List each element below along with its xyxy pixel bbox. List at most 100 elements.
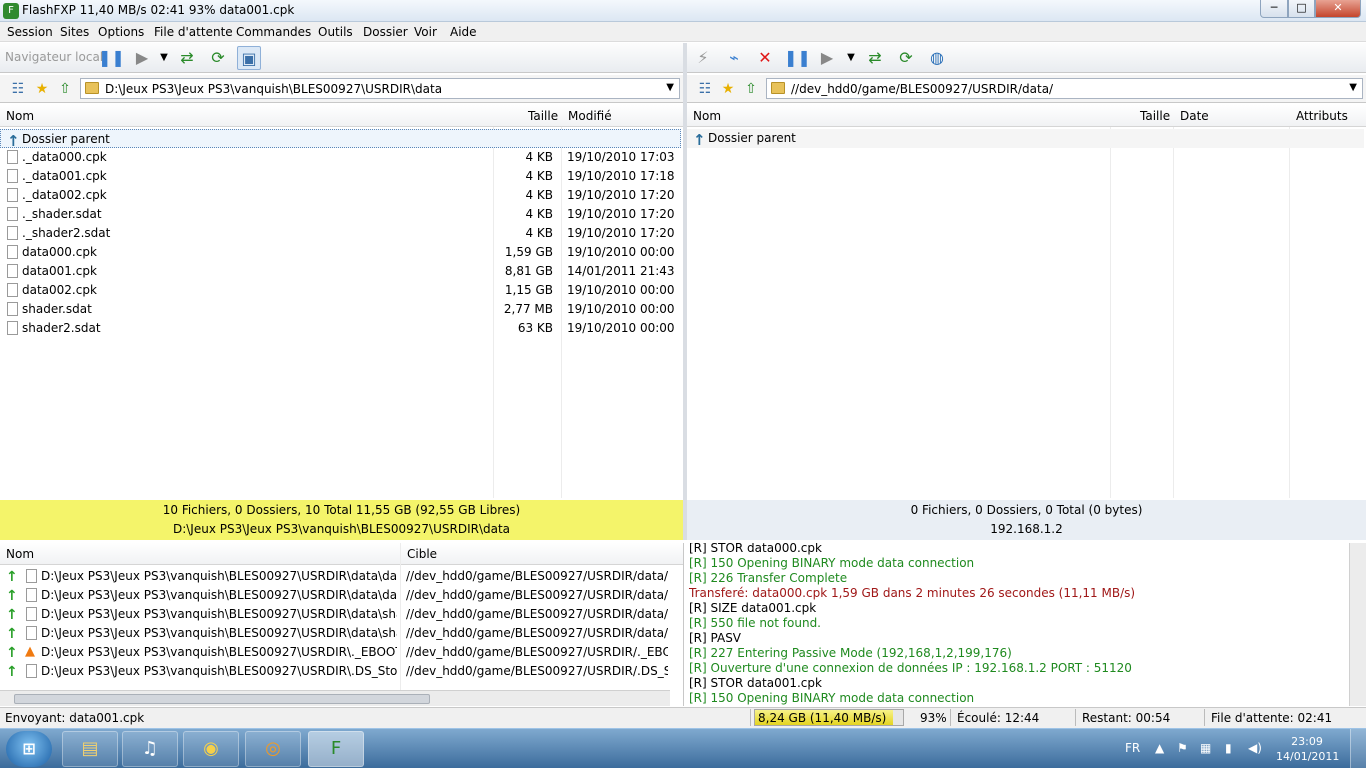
close-button[interactable]: ✕ (1315, 0, 1361, 18)
log-line: [R] 226 Transfer Complete (689, 571, 848, 585)
column-date[interactable]: Date (1180, 109, 1209, 123)
queue-row[interactable]: ↑ ▲ D:\Jeux PS3\Jeux PS3\vanquish\BLES0092… (0, 643, 670, 662)
column-name[interactable]: Nom (693, 109, 721, 123)
file-size: 63 KB (517, 321, 553, 335)
maximize-button[interactable]: □ (1288, 0, 1315, 18)
connect-icon[interactable]: ⚡ (691, 46, 715, 70)
language-indicator[interactable]: FR (1125, 741, 1140, 755)
refresh-folder-icon[interactable]: ⇄ (175, 46, 199, 70)
pause-icon[interactable]: ❚❚ (784, 46, 811, 70)
folder-up-icon[interactable]: ⇧ (741, 79, 761, 99)
chevron-down-icon[interactable]: ▼ (1349, 82, 1357, 93)
menu-options[interactable]: Options (98, 25, 144, 39)
chevron-down-icon[interactable]: ▼ (839, 46, 863, 70)
column-attributes[interactable]: Attributs (1296, 109, 1348, 123)
file-row[interactable]: ._data000.cpk 4 KB 19/10/2010 17:03 (0, 148, 681, 167)
file-row[interactable]: ._data001.cpk 4 KB 19/10/2010 17:18 (0, 167, 681, 186)
file-row[interactable]: data002.cpk 1,15 GB 19/10/2010 00:00 (0, 281, 681, 300)
menu-dossier[interactable]: Dossier (363, 25, 408, 39)
globe-icon[interactable]: ◍ (925, 46, 949, 70)
file-icon (26, 626, 37, 640)
column-name[interactable]: Nom (6, 109, 34, 123)
remote-path-input[interactable]: //dev_hdd0/game/BLES00927/USRDIR/data/ ▼ (766, 78, 1363, 99)
column-size[interactable]: Taille (1140, 109, 1170, 123)
file-row[interactable]: shader.sdat 2,77 MB 19/10/2010 00:00 (0, 300, 681, 319)
menu-commandes[interactable]: Commandes (236, 25, 311, 39)
column-size[interactable]: Taille (528, 109, 558, 123)
queue-horizontal-scrollbar[interactable] (0, 690, 670, 706)
upload-arrow-icon: ↑ (6, 664, 18, 680)
queue-row[interactable]: ↑ D:\Jeux PS3\Jeux PS3\vanquish\BLES00927… (0, 624, 670, 643)
file-icon (7, 283, 18, 297)
chrome-icon[interactable]: ◉ (183, 731, 239, 767)
menu-aide[interactable]: Aide (450, 25, 477, 39)
scrollbar-thumb[interactable] (14, 694, 430, 704)
folder-up-icon[interactable]: ⇧ (55, 79, 75, 99)
abort-icon[interactable]: ✕ (753, 46, 777, 70)
remote-toolbar: ⚡ ⌁ ✕ ❚❚ ▶ ▼ ⇄ ⟳ ◍ (687, 43, 1366, 73)
transfer-icon[interactable]: ▶ (815, 46, 839, 70)
itunes-icon[interactable]: ♫ (122, 731, 178, 767)
queue-row[interactable]: ↑ D:\Jeux PS3\Jeux PS3\vanquish\BLES00927… (0, 586, 670, 605)
refresh-folder-icon[interactable]: ⇄ (863, 46, 887, 70)
tree-icon[interactable]: ☷ (8, 79, 28, 99)
show-desktop-button[interactable] (1350, 729, 1366, 769)
column-modified[interactable]: Modifié (568, 109, 612, 123)
local-computer-icon[interactable]: ▣ (237, 46, 261, 70)
star-icon[interactable]: ★ (718, 79, 738, 99)
network-icon[interactable]: ▦ (1200, 741, 1211, 755)
file-row[interactable]: data000.cpk 1,59 GB 19/10/2010 00:00 (0, 243, 681, 262)
star-icon[interactable]: ★ (32, 79, 52, 99)
firefox-icon[interactable]: ◎ (245, 731, 301, 767)
device-icon[interactable]: ▮ (1225, 741, 1232, 755)
local-path-text: D:\Jeux PS3\Jeux PS3\vanquish\BLES00927\… (105, 82, 443, 96)
start-button[interactable]: ⊞ (6, 731, 52, 767)
file-row[interactable]: shader2.sdat 63 KB 19/10/2010 00:00 (0, 319, 681, 338)
local-status-path: D:\Jeux PS3\Jeux PS3\vanquish\BLES00927\… (172, 522, 511, 536)
refresh-icon[interactable]: ⟳ (894, 46, 918, 70)
volume-icon[interactable]: ◀) (1248, 741, 1262, 755)
queue-column-name[interactable]: Nom (6, 547, 34, 561)
transfer-progress-bar: 8,24 GB (11,40 MB/s) (754, 709, 904, 726)
parent-folder-row[interactable]: ↑ Dossier parent (687, 129, 1364, 149)
system-clock[interactable]: 23:09 14/01/2011 (1276, 734, 1339, 764)
transfer-icon[interactable]: ▶ (130, 46, 154, 70)
status-divider (950, 709, 951, 726)
file-size: 4 KB (525, 188, 553, 202)
action-center-flag-icon[interactable]: ⚑ (1177, 741, 1188, 755)
file-icon (7, 207, 18, 221)
queue-row[interactable]: ↑ D:\Jeux PS3\Jeux PS3\vanquish\BLES00927… (0, 567, 670, 586)
tree-icon[interactable]: ☷ (695, 79, 715, 99)
menu-session[interactable]: Session (7, 25, 53, 39)
file-row[interactable]: ._shader.sdat 4 KB 19/10/2010 17:20 (0, 205, 681, 224)
file-row[interactable]: ._shader2.sdat 4 KB 19/10/2010 17:20 (0, 224, 681, 243)
file-size: 4 KB (525, 169, 553, 183)
chevron-down-icon[interactable]: ▼ (152, 46, 176, 70)
queue-column-target[interactable]: Cible (407, 547, 437, 561)
remote-path-bar: ☷ ★ ⇧ //dev_hdd0/game/BLES00927/USRDIR/d… (687, 75, 1366, 103)
file-row[interactable]: ._data002.cpk 4 KB 19/10/2010 17:20 (0, 186, 681, 205)
explorer-icon[interactable]: ▤ (62, 731, 118, 767)
log-vertical-scrollbar[interactable] (1349, 543, 1366, 706)
menu-file-attente[interactable]: File d'attente (154, 25, 233, 39)
local-path-input[interactable]: D:\Jeux PS3\Jeux PS3\vanquish\BLES00927\… (80, 78, 680, 99)
queue-row[interactable]: ↑ D:\Jeux PS3\Jeux PS3\vanquish\BLES00927… (0, 662, 670, 681)
queue-row[interactable]: ↑ D:\Jeux PS3\Jeux PS3\vanquish\BLES00927… (0, 605, 670, 624)
menu-sites[interactable]: Sites (60, 25, 89, 39)
file-size: 8,81 GB (504, 264, 553, 278)
menu-outils[interactable]: Outils (318, 25, 353, 39)
menu-voir[interactable]: Voir (414, 25, 437, 39)
file-modified: 19/10/2010 00:00 (567, 283, 675, 297)
file-modified: 19/10/2010 00:00 (567, 321, 675, 335)
chevron-down-icon[interactable]: ▼ (666, 82, 674, 93)
pause-icon[interactable]: ❚❚ (98, 46, 125, 70)
minimize-button[interactable]: ─ (1260, 0, 1288, 18)
refresh-icon[interactable]: ⟳ (206, 46, 230, 70)
disconnect-icon[interactable]: ⌁ (722, 46, 746, 70)
show-hidden-icons-icon[interactable]: ▲ (1155, 741, 1164, 755)
flashfxp-taskbar-icon[interactable]: F (308, 731, 364, 767)
file-row[interactable]: data001.cpk 8,81 GB 14/01/2011 21:43 (0, 262, 681, 281)
sending-file-text: Envoyant: data001.cpk (5, 711, 145, 725)
upload-arrow-icon: ↑ (6, 569, 18, 585)
parent-folder-row[interactable]: ↑ Dossier parent (0, 129, 681, 150)
